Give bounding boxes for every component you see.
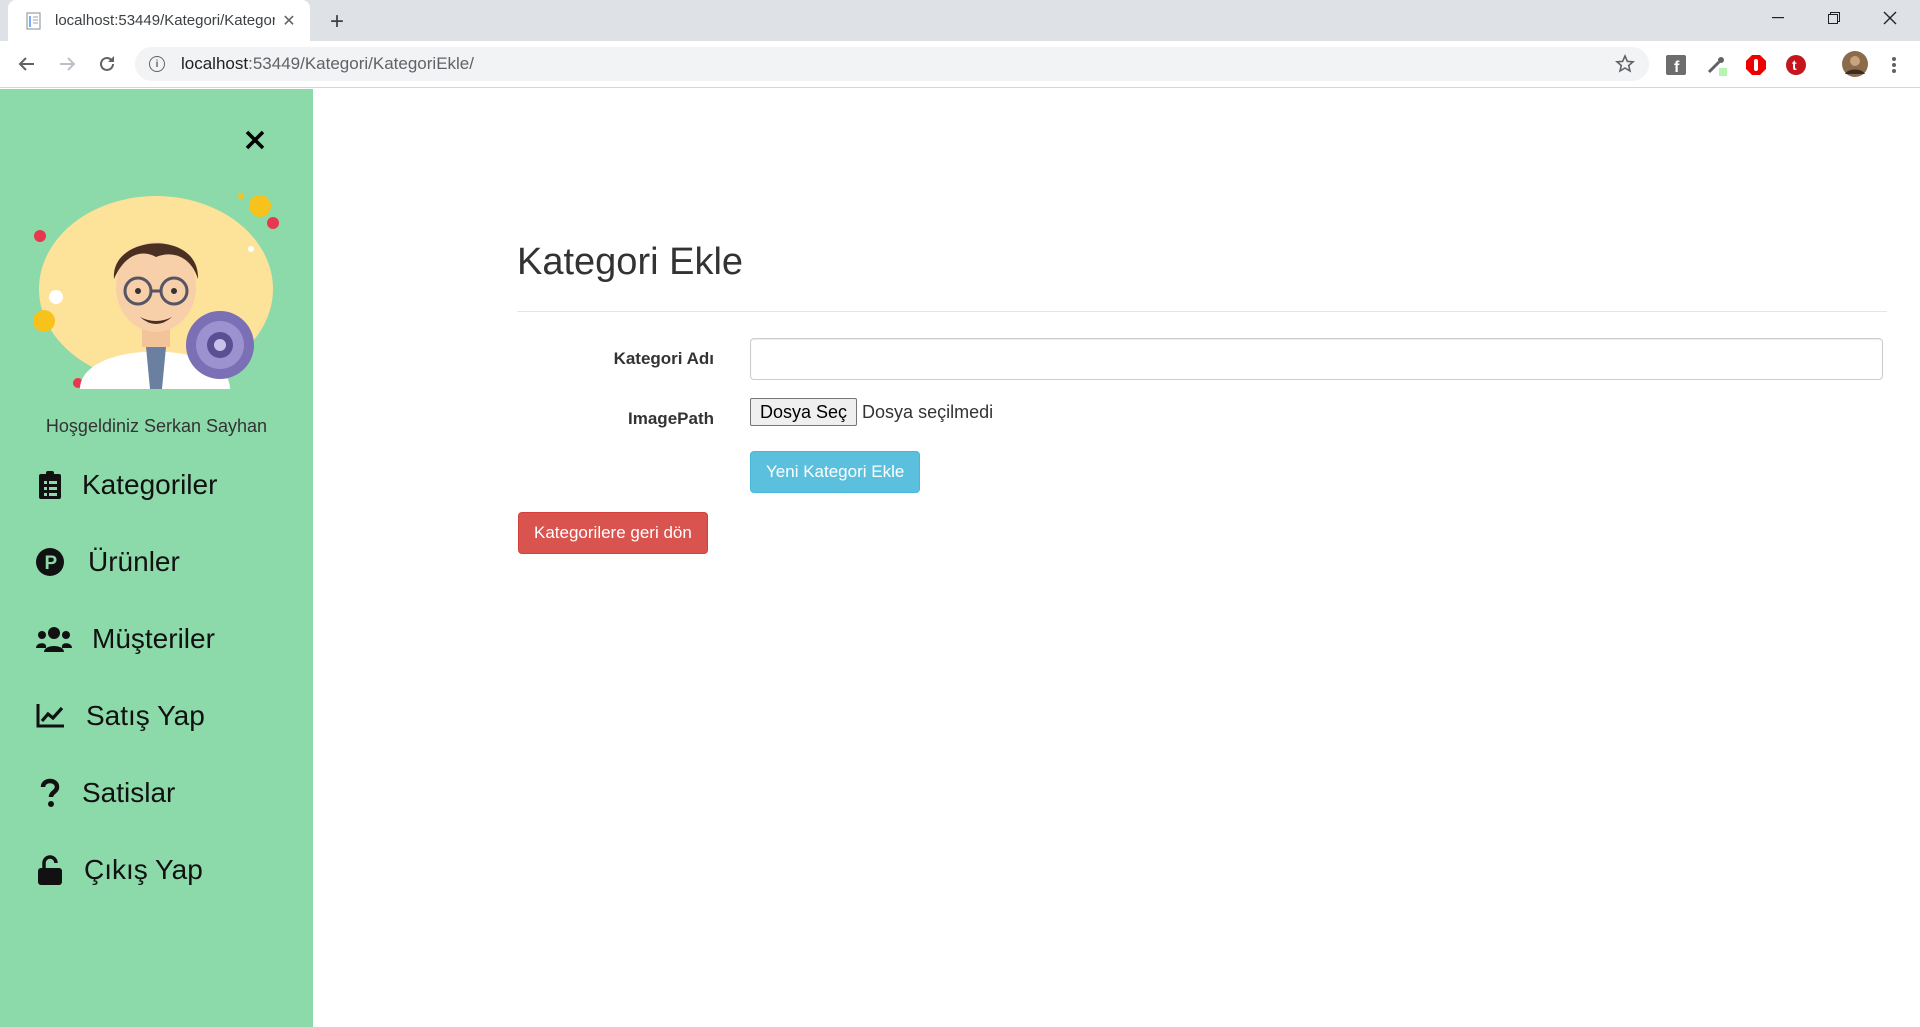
tab-title: localhost:53449/Kategori/KategoriEkle/: [55, 12, 275, 29]
welcome-text: Hoşgeldiniz Serkan Sayhan: [45, 416, 268, 436]
users-icon: [36, 625, 72, 653]
parking-circle-icon: P: [36, 548, 64, 576]
sidebar-item-satislar[interactable]: Satislar: [36, 770, 175, 816]
page-title: Kategori Ekle: [517, 241, 744, 283]
svg-text:t: t: [1792, 57, 1797, 73]
question-icon: [36, 778, 64, 807]
chart-line-icon: [36, 702, 64, 730]
sidebar-item-label: Kategoriler: [82, 469, 218, 500]
admin-avatar-illustration: [30, 189, 280, 389]
tab-close-icon[interactable]: ✕: [280, 12, 298, 30]
browser-toolbar: i localhost:53449/Kategori/KategoriEkle/…: [0, 41, 1920, 88]
sidebar-item-kategoriler[interactable]: Kategoriler: [36, 462, 217, 508]
main-content: Kategori Ekle Kategori Adı ImagePath Dos…: [313, 89, 1920, 1027]
sidebar-item-satis-yap[interactable]: Satış Yap: [36, 693, 205, 739]
browser-tabstrip: localhost:53449/Kategori/KategoriEkle/ ✕…: [0, 0, 1920, 41]
unlock-icon: [36, 855, 64, 885]
add-category-button[interactable]: Yeni Kategori Ekle: [750, 451, 921, 493]
sidebar-close-icon[interactable]: [240, 125, 270, 155]
minimize-icon[interactable]: [1750, 0, 1806, 36]
category-name-input[interactable]: [750, 338, 1883, 380]
image-path-label: ImagePath: [628, 409, 714, 428]
sidebar-item-urunler[interactable]: P Ürünler: [36, 539, 180, 585]
facebook-extension-icon[interactable]: f: [1664, 53, 1688, 77]
sidebar-item-label: Müşteriler: [92, 623, 215, 654]
eyedropper-extension-icon[interactable]: [1704, 53, 1728, 77]
file-status-text: Dosya seçilmedi: [862, 401, 994, 422]
page-icon: [25, 11, 43, 31]
file-input[interactable]: Dosya Seç Dosya seçilmedi: [750, 398, 993, 426]
info-icon[interactable]: i: [149, 56, 165, 72]
address-bar[interactable]: i localhost:53449/Kategori/KategoriEkle/: [135, 47, 1649, 81]
new-tab-icon[interactable]: +: [324, 8, 350, 35]
clipboard-list-icon: [36, 471, 64, 499]
svg-text:f: f: [1674, 59, 1680, 75]
sidebar-item-cikis-yap[interactable]: Çıkış Yap: [36, 847, 203, 893]
choose-file-button[interactable]: Dosya Seç: [750, 398, 858, 426]
sidebar-item-label: Çıkış Yap: [84, 854, 203, 885]
menu-kebab-icon[interactable]: [1882, 53, 1906, 77]
adblock-extension-icon[interactable]: [1744, 53, 1768, 77]
back-arrow-icon[interactable]: [12, 49, 42, 79]
category-name-label: Kategori Adı: [613, 349, 714, 368]
bookmark-star-icon[interactable]: [1615, 54, 1635, 74]
sidebar-item-musteriler[interactable]: Müşteriler: [36, 616, 215, 662]
back-to-categories-button[interactable]: Kategorilere geri dön: [518, 512, 708, 554]
divider: [517, 311, 1887, 312]
restore-icon[interactable]: [1806, 0, 1862, 36]
profile-avatar-icon[interactable]: [1840, 49, 1870, 79]
sidebar: Hoşgeldiniz Serkan Sayhan Kategoriler P …: [0, 89, 313, 1027]
sidebar-item-label: Satislar: [82, 777, 176, 808]
forward-arrow-icon[interactable]: [52, 49, 82, 79]
sidebar-item-label: Ürünler: [88, 546, 180, 577]
window-close-icon[interactable]: [1862, 0, 1918, 36]
translate-extension-icon[interactable]: t: [1784, 53, 1808, 77]
url-host: localhost: [181, 54, 249, 73]
svg-text:P: P: [45, 553, 58, 574]
sidebar-item-label: Satış Yap: [86, 700, 205, 731]
reload-icon[interactable]: [92, 49, 122, 79]
browser-tab[interactable]: localhost:53449/Kategori/KategoriEkle/ ✕: [8, 0, 310, 41]
url-path: :53449/Kategori/KategoriEkle/: [248, 54, 474, 73]
